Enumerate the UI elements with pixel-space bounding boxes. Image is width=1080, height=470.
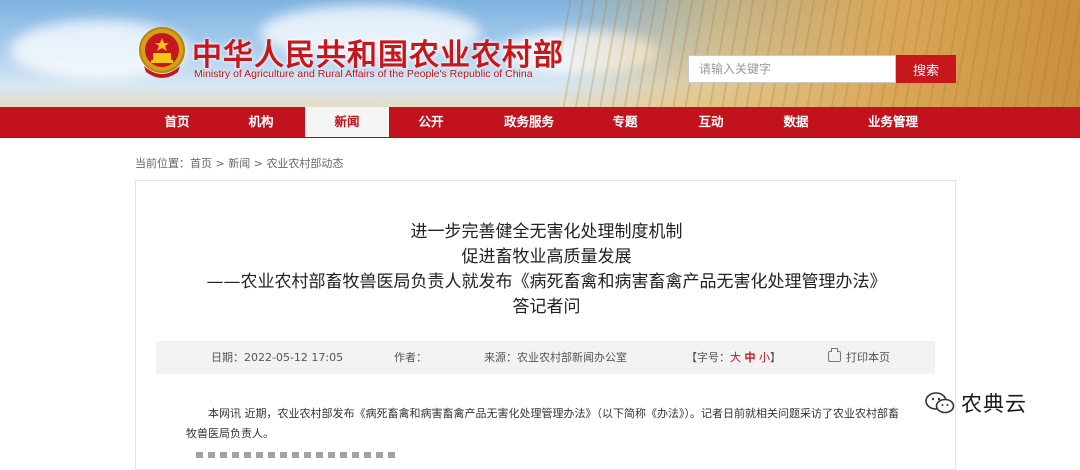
search-button[interactable]: 搜索 — [896, 55, 956, 83]
meta-date: 日期：2022-05-12 17:05 — [211, 341, 343, 374]
site-header: 中华人民共和国农业农村部 Ministry of Agriculture and… — [0, 0, 1080, 107]
nav-item-services[interactable]: 政务服务 — [488, 107, 570, 137]
article-title-line-4: 答记者问 — [512, 297, 581, 317]
watermark: 农典云 — [925, 388, 1027, 418]
breadcrumb-prefix: 当前位置： — [135, 157, 190, 170]
nav-item-public[interactable]: 公开 — [396, 107, 466, 137]
source-value: 农业农村部新闻办公室 — [517, 351, 627, 364]
article-title-line-2: 促进畜牧业高质量发展 — [461, 247, 632, 267]
font-size-close: 】 — [770, 351, 781, 364]
search-input[interactable] — [688, 55, 896, 83]
main-nav: 首页 机构 新闻 公开 政务服务 专题 互动 数据 业务管理 — [0, 107, 1080, 138]
breadcrumb-news[interactable]: 新闻 — [228, 157, 250, 170]
article-title-line-1: 进一步完善健全无害化处理制度机制 — [410, 222, 683, 242]
watermark-text: 农典云 — [961, 392, 1027, 416]
font-size-label: 【字号： — [686, 351, 730, 364]
meta-source: 来源：农业农村部新闻办公室 — [484, 341, 627, 374]
article-next-line-partial — [196, 452, 396, 458]
font-size-control: 【字号：大 中 小】 — [686, 341, 781, 374]
breadcrumb-separator: > — [212, 157, 229, 170]
font-size-large-button[interactable]: 大 — [730, 351, 741, 364]
nav-item-organization[interactable]: 机构 — [226, 107, 296, 137]
breadcrumb-home[interactable]: 首页 — [190, 157, 212, 170]
date-value: 2022-05-12 17:05 — [244, 351, 344, 364]
breadcrumb-separator: > — [250, 157, 267, 170]
article-title-line-3: ——农业农村部畜牧兽医局负责人就发布《病死畜禽和病害畜禽产品无害化处理管理办法》 — [206, 272, 887, 292]
font-size-medium-button[interactable]: 中 — [745, 351, 756, 364]
nav-item-interaction[interactable]: 互动 — [676, 107, 746, 137]
date-label: 日期： — [211, 351, 244, 364]
article-body: 本网讯 近期，农业农村部发布《病死畜禽和病害畜禽产品无害化处理管理办法》（以下简… — [186, 407, 899, 440]
breadcrumb: 当前位置：首页 > 新闻 > 农业农村部动态 — [135, 155, 343, 171]
printer-icon — [828, 348, 841, 362]
wechat-icon — [925, 392, 955, 414]
author-label: 作者： — [394, 351, 427, 364]
source-label: 来源： — [484, 351, 517, 364]
print-button[interactable]: 打印本页 — [828, 341, 890, 374]
nav-item-business[interactable]: 业务管理 — [852, 107, 934, 137]
wheat-stalks-texture — [560, 0, 1080, 107]
nav-item-news[interactable]: 新闻 — [305, 107, 389, 137]
nav-item-home[interactable]: 首页 — [142, 107, 212, 137]
site-subtitle: Ministry of Agriculture and Rural Affair… — [194, 68, 533, 80]
nav-item-topics[interactable]: 专题 — [590, 107, 660, 137]
article-panel: 进一步完善健全无害化处理制度机制 促进畜牧业高质量发展 ——农业农村部畜牧兽医局… — [135, 180, 956, 470]
breadcrumb-ministry-news[interactable]: 农业农村部动态 — [266, 157, 343, 170]
meta-author: 作者： — [394, 341, 427, 374]
nav-item-data[interactable]: 数据 — [761, 107, 831, 137]
national-emblem-icon — [139, 27, 185, 78]
font-size-small-button[interactable]: 小 — [759, 351, 770, 364]
print-label: 打印本页 — [846, 351, 890, 364]
article-meta-bar: 日期：2022-05-12 17:05 作者： 来源：农业农村部新闻办公室 【字… — [156, 341, 935, 374]
